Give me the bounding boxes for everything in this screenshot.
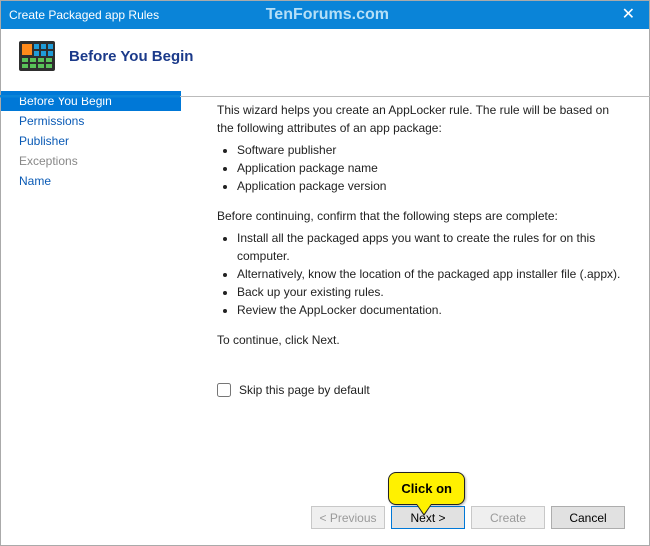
list-item: Back up your existing rules. [237,283,625,301]
nav-exceptions: Exceptions [1,151,181,171]
skip-label[interactable]: Skip this page by default [239,381,370,399]
list-item: Install all the packaged apps you want t… [237,229,625,265]
page-title: Before You Begin [69,48,193,65]
nav-name[interactable]: Name [1,171,181,191]
list-item: Application package name [237,159,625,177]
nav-before-you-begin[interactable]: Before You Begin [1,91,181,111]
attributes-list: Software publisher Application package n… [237,141,625,195]
list-item: Software publisher [237,141,625,159]
skip-checkbox[interactable] [217,383,231,397]
wizard-nav: Before You Begin Permissions Publisher E… [1,85,181,545]
continue-text: To continue, click Next. [217,331,625,349]
steps-list: Install all the packaged apps you want t… [237,229,625,319]
wizard-header: Before You Begin [1,29,649,85]
create-button: Create [471,506,545,529]
wizard-content: This wizard helps you create an AppLocke… [181,85,649,545]
wizard-icon [19,41,55,71]
confirm-text: Before continuing, confirm that the foll… [217,207,625,225]
watermark-text: TenForums.com [39,6,616,24]
close-icon[interactable]: ✕ [616,7,641,23]
nav-publisher[interactable]: Publisher [1,131,181,151]
list-item: Review the AppLocker documentation. [237,301,625,319]
wizard-body: Before You Begin Permissions Publisher E… [1,85,649,545]
cancel-button[interactable]: Cancel [551,506,625,529]
list-item: Alternatively, know the location of the … [237,265,625,283]
list-item: Application package version [237,177,625,195]
annotation-callout: Click on [388,472,465,506]
intro-text: This wizard helps you create an AppLocke… [217,101,625,137]
button-row: Click on < Previous Next > Create Cancel [217,496,625,533]
nav-permissions[interactable]: Permissions [1,111,181,131]
previous-button: < Previous [311,506,385,529]
skip-row: Skip this page by default [217,381,625,399]
wizard-window: Create Packaged app Rules TenForums.com … [0,0,650,546]
titlebar: Create Packaged app Rules TenForums.com … [1,1,649,29]
